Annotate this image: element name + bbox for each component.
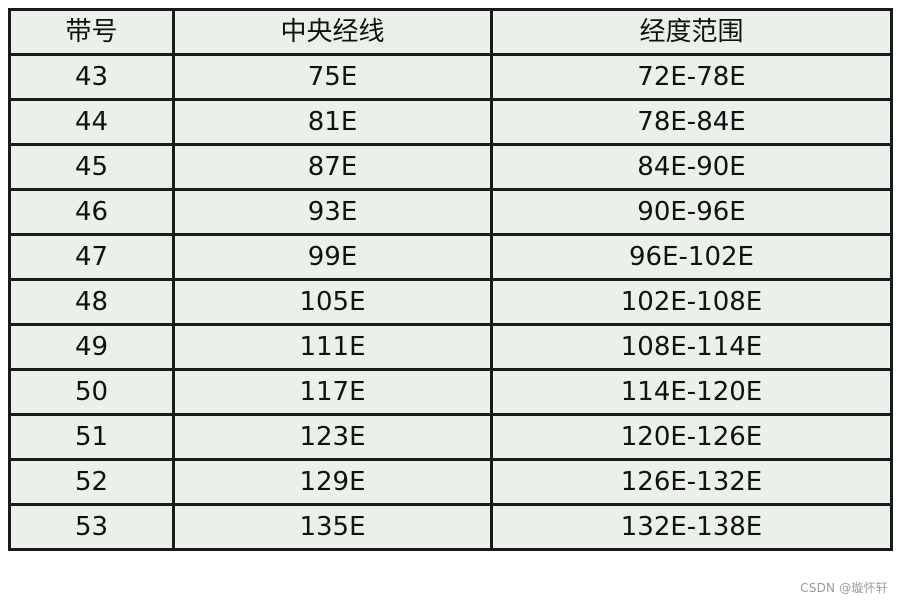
- header-zone-number: 带号: [8, 8, 175, 56]
- table-row: 47 99E 96E-102E: [8, 233, 893, 281]
- cell-longitude-range: 84E-90E: [490, 143, 893, 191]
- cell-zone-number: 48: [8, 278, 175, 326]
- cell-longitude-range: 126E-132E: [490, 458, 893, 506]
- cell-central-meridian: 117E: [172, 368, 493, 416]
- cell-zone-number: 49: [8, 323, 175, 371]
- table-row: 51 123E 120E-126E: [8, 413, 893, 461]
- cell-longitude-range: 72E-78E: [490, 53, 893, 101]
- table-row: 44 81E 78E-84E: [8, 98, 893, 146]
- cell-central-meridian: 129E: [172, 458, 493, 506]
- cell-longitude-range: 96E-102E: [490, 233, 893, 281]
- cell-longitude-range: 132E-138E: [490, 503, 893, 551]
- cell-zone-number: 50: [8, 368, 175, 416]
- cell-longitude-range: 78E-84E: [490, 98, 893, 146]
- cell-zone-number: 53: [8, 503, 175, 551]
- table-body: 43 75E 72E-78E 44 81E 78E-84E 45 87E 84E…: [8, 53, 893, 551]
- cell-zone-number: 47: [8, 233, 175, 281]
- cell-zone-number: 44: [8, 98, 175, 146]
- cell-central-meridian: 75E: [172, 53, 493, 101]
- table-row: 49 111E 108E-114E: [8, 323, 893, 371]
- cell-central-meridian: 81E: [172, 98, 493, 146]
- header-longitude-range: 经度范围: [490, 8, 893, 56]
- table-row: 46 93E 90E-96E: [8, 188, 893, 236]
- table-header: 带号 中央经线 经度范围: [8, 8, 893, 56]
- cell-zone-number: 51: [8, 413, 175, 461]
- cell-central-meridian: 123E: [172, 413, 493, 461]
- header-row: 带号 中央经线 经度范围: [8, 8, 893, 56]
- table-row: 50 117E 114E-120E: [8, 368, 893, 416]
- cell-longitude-range: 120E-126E: [490, 413, 893, 461]
- cell-zone-number: 46: [8, 188, 175, 236]
- cell-central-meridian: 135E: [172, 503, 493, 551]
- table-row: 53 135E 132E-138E: [8, 503, 893, 551]
- cell-zone-number: 43: [8, 53, 175, 101]
- table-row: 52 129E 126E-132E: [8, 458, 893, 506]
- table-row: 45 87E 84E-90E: [8, 143, 893, 191]
- zone-table: 带号 中央经线 经度范围 43 75E 72E-78E 44 81E 78E-8…: [8, 8, 893, 551]
- cell-zone-number: 45: [8, 143, 175, 191]
- cell-longitude-range: 102E-108E: [490, 278, 893, 326]
- cell-zone-number: 52: [8, 458, 175, 506]
- table-row: 48 105E 102E-108E: [8, 278, 893, 326]
- header-central-meridian: 中央经线: [172, 8, 493, 56]
- cell-central-meridian: 87E: [172, 143, 493, 191]
- cell-central-meridian: 111E: [172, 323, 493, 371]
- cell-longitude-range: 90E-96E: [490, 188, 893, 236]
- cell-central-meridian: 93E: [172, 188, 493, 236]
- cell-longitude-range: 108E-114E: [490, 323, 893, 371]
- cell-longitude-range: 114E-120E: [490, 368, 893, 416]
- cell-central-meridian: 105E: [172, 278, 493, 326]
- watermark: CSDN @璇怀轩: [800, 581, 888, 595]
- page: 带号 中央经线 经度范围 43 75E 72E-78E 44 81E 78E-8…: [0, 0, 902, 602]
- cell-central-meridian: 99E: [172, 233, 493, 281]
- table-row: 43 75E 72E-78E: [8, 53, 893, 101]
